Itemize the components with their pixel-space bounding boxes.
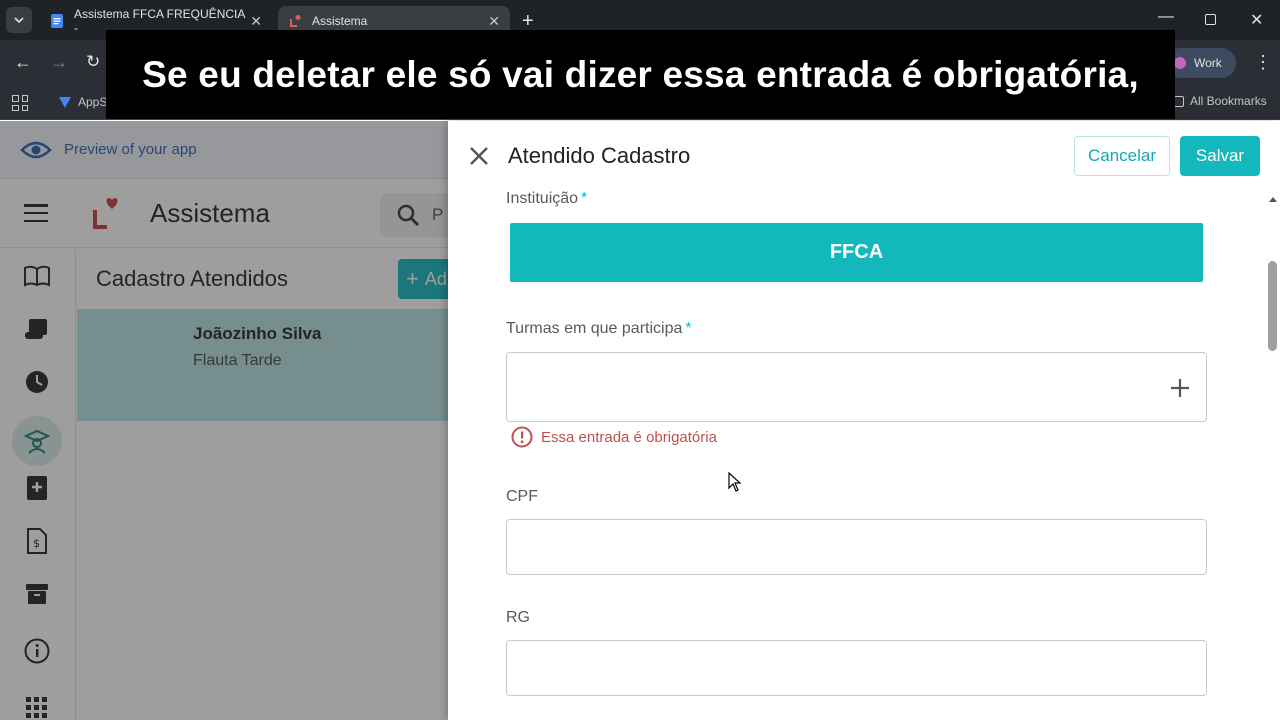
save-button[interactable]: Salvar <box>1180 136 1260 176</box>
all-bookmarks-label: All Bookmarks <box>1190 94 1267 108</box>
tab-title: Assistema <box>312 14 368 28</box>
tab-search-button[interactable] <box>6 7 32 33</box>
subtitle-caption: Se eu deletar ele só vai dizer essa entr… <box>106 30 1175 119</box>
profile-avatar-icon <box>1174 57 1186 69</box>
instituicao-value: FFCA <box>829 241 884 263</box>
required-mark: * <box>685 320 692 337</box>
all-bookmarks[interactable]: All Bookmarks <box>1172 94 1267 108</box>
modal-overlay[interactable] <box>0 121 448 720</box>
reload-icon[interactable]: ↻ <box>86 52 100 72</box>
menu-kebab-icon[interactable]: ⋮ <box>1254 52 1272 73</box>
close-icon[interactable] <box>468 145 490 167</box>
bookmark-label: AppS <box>78 95 108 109</box>
error-icon <box>511 426 533 448</box>
window-close-button[interactable]: ✕ <box>1250 10 1263 30</box>
add-icon[interactable] <box>1170 378 1190 398</box>
restore-button[interactable] <box>1205 14 1216 25</box>
error-text: Essa entrada é obrigatória <box>541 428 717 446</box>
chevron-down-icon <box>14 17 24 24</box>
cancel-button[interactable]: Cancelar <box>1074 136 1170 176</box>
rg-label: RG <box>506 609 530 626</box>
profile-chip[interactable]: Work <box>1166 48 1236 78</box>
apps-grid-icon[interactable] <box>12 95 28 111</box>
mouse-cursor-icon <box>728 472 742 492</box>
cpf-field[interactable] <box>506 519 1207 575</box>
back-icon[interactable]: ← <box>14 52 32 73</box>
cpf-label: CPF <box>506 488 538 505</box>
profile-label: Work <box>1194 56 1222 70</box>
instituicao-value-button[interactable]: FFCA <box>510 223 1203 282</box>
rg-field[interactable] <box>506 640 1207 696</box>
docs-icon <box>51 14 63 28</box>
panel-title: Atendido Cadastro <box>508 143 691 168</box>
turmas-error: Essa entrada é obrigatória <box>511 426 717 448</box>
required-mark: * <box>581 190 588 207</box>
turmas-label: Turmas em que participa * <box>506 320 692 337</box>
instituicao-label: Instituição * <box>506 190 588 207</box>
forward-icon[interactable]: → <box>50 52 68 73</box>
minimize-button[interactable]: — <box>1158 8 1174 26</box>
turmas-field[interactable] <box>506 352 1207 422</box>
close-icon[interactable]: ✕ <box>488 13 500 30</box>
assistema-logo-icon <box>290 15 301 27</box>
scrollbar-thumb[interactable] <box>1268 261 1277 351</box>
appsheet-icon <box>59 97 71 108</box>
form-panel: Atendido Cadastro Cancelar Salvar Instit… <box>448 121 1280 720</box>
scrollbar[interactable] <box>1266 193 1280 720</box>
scroll-up-icon[interactable] <box>1268 195 1278 203</box>
close-icon[interactable]: ✕ <box>250 13 262 30</box>
bookmark-apps[interactable]: AppS <box>58 95 107 109</box>
